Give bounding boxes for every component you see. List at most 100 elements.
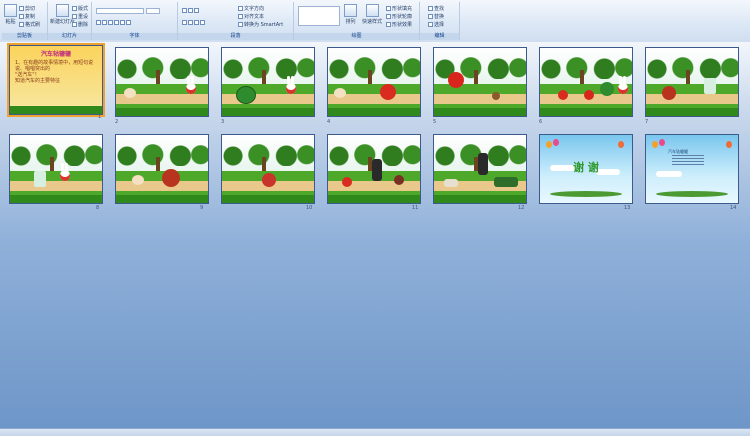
find-button[interactable]: 查找 bbox=[428, 5, 444, 12]
slide-thumbnail-11[interactable] bbox=[327, 134, 421, 204]
balloon bbox=[652, 141, 658, 148]
outline-icon bbox=[386, 14, 391, 19]
slide-thumbnail-1[interactable]: 汽车轱辘辘 1、在有趣的故事情境中，用短句说说、唱唱突出的 "送汽车"！ 知道汽… bbox=[7, 43, 105, 117]
grass-strip bbox=[10, 106, 102, 114]
clipboard-group: 粘贴 剪切 复制 格式刷 剪贴板 bbox=[2, 2, 48, 40]
drawing-group: 排列 快速样式 形状填充 形状轮廓 形状效果 绘图 bbox=[294, 2, 420, 40]
bold-icon bbox=[96, 20, 101, 25]
reset-icon bbox=[72, 14, 77, 19]
numbering-icon bbox=[188, 8, 193, 13]
slide-number: 13 bbox=[624, 205, 631, 211]
slide-sorter-canvas: 汽车轱辘辘 1、在有趣的故事情境中，用短句说说、唱唱突出的 "送汽车"！ 知道汽… bbox=[0, 42, 750, 428]
align-center-icon bbox=[188, 20, 193, 25]
balloon bbox=[553, 139, 559, 146]
slide-number: 2 bbox=[115, 119, 119, 125]
group-label-clipboard: 剪贴板 bbox=[2, 33, 47, 40]
group-label-paragraph: 段落 bbox=[178, 33, 293, 40]
shape-fill-button[interactable]: 形状填充 bbox=[386, 5, 412, 12]
indent-icon bbox=[194, 8, 199, 13]
bottle-car bbox=[34, 171, 46, 187]
delete-button[interactable]: 删除 bbox=[72, 21, 88, 28]
raccoon-figure bbox=[478, 153, 488, 175]
arrange-icon bbox=[344, 4, 357, 17]
strikethrough-icon[interactable] bbox=[114, 20, 119, 25]
shape-effects-button[interactable]: 形状效果 bbox=[386, 21, 412, 28]
slide-thumbnail-8[interactable] bbox=[9, 134, 103, 204]
slide-thumbnail-9[interactable] bbox=[115, 134, 209, 204]
smartart-button[interactable]: 转换为 SmartArt bbox=[238, 21, 283, 28]
slide-thumbnail-13[interactable]: 谢 谢 bbox=[539, 134, 633, 204]
quick-styles-button[interactable]: 快速样式 bbox=[362, 4, 382, 25]
raccoon-figure bbox=[372, 159, 382, 181]
island bbox=[656, 191, 728, 197]
underline-icon[interactable] bbox=[108, 20, 113, 25]
rabbit-figure bbox=[186, 76, 196, 94]
paste-button[interactable]: 粘贴 bbox=[4, 4, 17, 25]
rabbit-figure bbox=[286, 76, 296, 94]
slides-group: 新建幻灯片 版式 重设 删除 幻灯片 bbox=[48, 2, 92, 40]
slide-thumbnail-6[interactable] bbox=[539, 47, 633, 117]
font-size-combo[interactable] bbox=[146, 8, 160, 14]
slide-number: 6 bbox=[539, 119, 543, 125]
arrange-button[interactable]: 排列 bbox=[344, 4, 357, 25]
cut-button[interactable]: 剪切 bbox=[19, 5, 35, 12]
align-text-button[interactable]: 对齐文本 bbox=[238, 13, 264, 20]
list-buttons[interactable] bbox=[182, 8, 199, 13]
slide-thumbnail-5[interactable] bbox=[433, 47, 527, 117]
fruit-car bbox=[394, 175, 404, 185]
strawberry-car bbox=[584, 90, 594, 100]
effects-icon bbox=[386, 22, 391, 27]
slide-thumbnail-12[interactable] bbox=[433, 134, 527, 204]
text-direction-button[interactable]: 文字方向 bbox=[238, 5, 264, 12]
italic-icon[interactable] bbox=[102, 20, 107, 25]
font-name-combo[interactable] bbox=[96, 8, 144, 14]
slide-thumbnail-7[interactable] bbox=[645, 47, 739, 117]
font-group: 字体 bbox=[92, 2, 178, 40]
format-painter-button[interactable]: 格式刷 bbox=[19, 21, 40, 28]
slide-number: 3 bbox=[221, 119, 225, 125]
thanks-title: 谢 谢 bbox=[573, 161, 599, 174]
dog-car-figure bbox=[334, 88, 346, 98]
hot-air-balloon bbox=[726, 141, 732, 148]
select-button[interactable]: 选择 bbox=[428, 21, 444, 28]
shape-outline-button[interactable]: 形状轮廓 bbox=[386, 13, 412, 20]
rabbit-figure bbox=[60, 163, 70, 181]
dog-car-figure bbox=[132, 175, 144, 185]
bold-button[interactable] bbox=[96, 20, 131, 25]
brush-icon bbox=[19, 22, 24, 27]
slide-thumbnail-10[interactable] bbox=[221, 134, 315, 204]
new-slide-icon bbox=[56, 4, 69, 17]
copy-button[interactable]: 复制 bbox=[19, 13, 35, 20]
shapes-gallery[interactable] bbox=[298, 6, 340, 26]
strawberry-car bbox=[262, 173, 276, 187]
align-buttons[interactable] bbox=[182, 20, 205, 25]
strawberry-car bbox=[448, 72, 464, 88]
slide-thumbnail-4[interactable] bbox=[327, 47, 421, 117]
bullets-icon bbox=[182, 8, 187, 13]
apple-house-car bbox=[662, 86, 676, 100]
slide-title: 汽车轱辘辘 bbox=[40, 51, 71, 58]
reset-button[interactable]: 重设 bbox=[72, 13, 88, 20]
watermelon-car bbox=[600, 82, 614, 96]
slide-number: 5 bbox=[433, 119, 437, 125]
apple-car bbox=[380, 84, 396, 100]
white-car bbox=[444, 179, 458, 187]
balloon bbox=[659, 139, 665, 146]
shadow-icon[interactable] bbox=[120, 20, 125, 25]
text-lines bbox=[672, 155, 704, 165]
font-color-icon[interactable] bbox=[126, 20, 131, 25]
apple-car bbox=[558, 90, 568, 100]
slide-thumbnail-14[interactable]: 汽车轱辘辘 bbox=[645, 134, 739, 204]
replace-button[interactable]: 替换 bbox=[428, 13, 444, 20]
group-label-drawing: 绘图 bbox=[294, 33, 419, 40]
justify-icon bbox=[200, 20, 205, 25]
align-right-icon bbox=[194, 20, 199, 25]
layout-button[interactable]: 版式 bbox=[72, 5, 88, 12]
slide-thumbnail-3[interactable] bbox=[221, 47, 315, 117]
slide-thumbnail-2[interactable] bbox=[115, 47, 209, 117]
align-text-icon bbox=[238, 14, 243, 19]
slide-number: 1 bbox=[98, 114, 102, 120]
snail-figure bbox=[492, 92, 500, 100]
group-label-editing: 编辑 bbox=[420, 33, 459, 40]
island bbox=[550, 191, 622, 197]
